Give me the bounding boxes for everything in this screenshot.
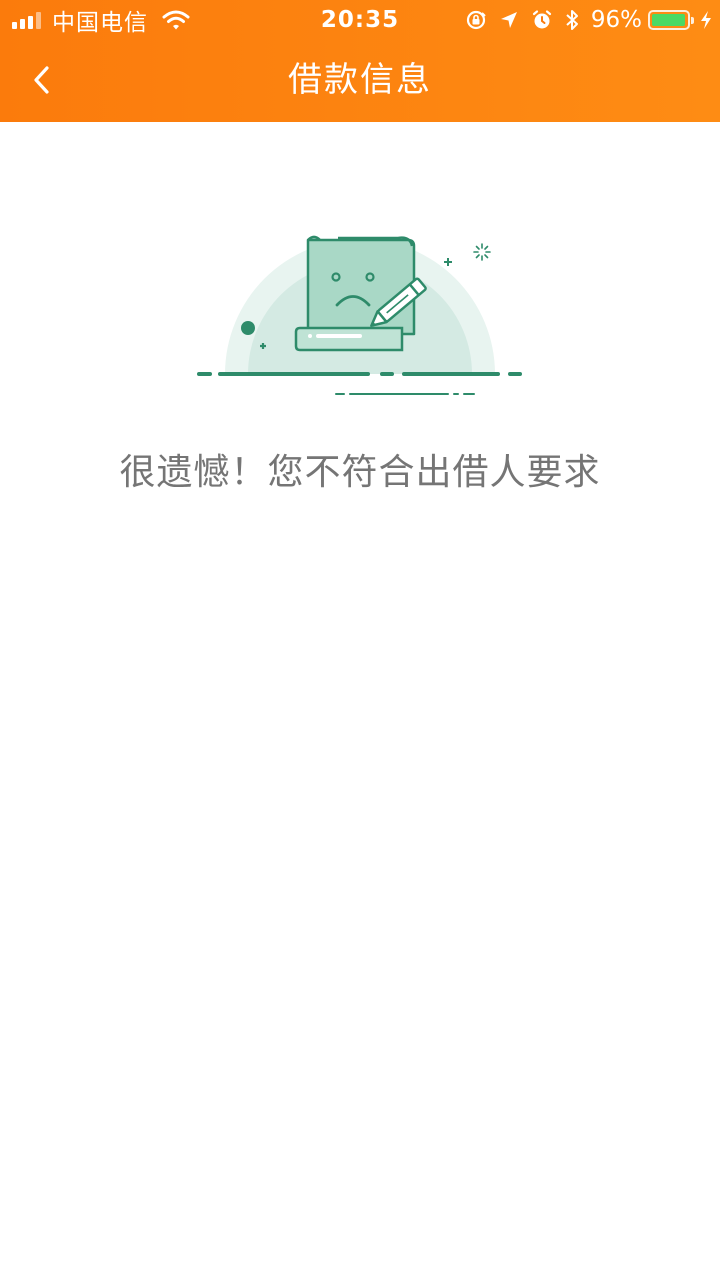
app-header: 中国电信 20:35 96% 借款信息 — [0, 0, 720, 122]
alarm-icon — [532, 10, 551, 29]
empty-state-message: 很遗憾！您不符合出借人要求 — [119, 452, 601, 493]
charging-icon — [701, 11, 711, 29]
battery-percentage: 96% — [590, 7, 642, 33]
sad-document-illustration — [197, 235, 522, 395]
battery-fill — [652, 14, 685, 26]
location-icon — [500, 12, 517, 28]
decor-dot — [241, 321, 255, 335]
decor-plus-top — [444, 258, 452, 266]
battery-nub — [691, 17, 694, 24]
battery-icon — [648, 10, 694, 30]
document-sheet — [306, 238, 416, 336]
status-right: 96% — [465, 4, 712, 36]
decor-sparkle — [473, 243, 491, 261]
rotation-lock-icon — [466, 10, 486, 30]
navigation-bar: 借款信息 — [0, 40, 720, 122]
page-title: 借款信息 — [288, 60, 432, 100]
bluetooth-icon — [566, 10, 578, 30]
status-bar: 中国电信 20:35 96% — [0, 0, 720, 40]
document-base — [294, 326, 404, 352]
